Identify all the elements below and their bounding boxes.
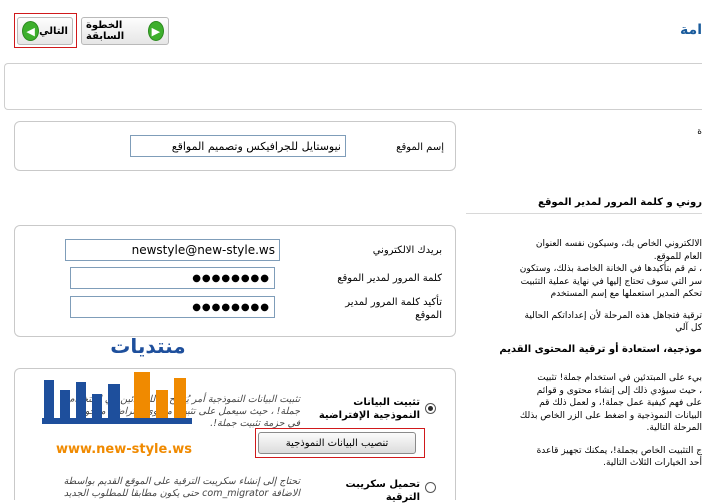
- next-button-highlight: [14, 13, 77, 48]
- help-line: سر التي سوف تحتاج إليها في نهاية عملية ا…: [520, 276, 702, 287]
- help-line: على فهم كيفية عمل جملة!، و لعمل ذلك قم: [539, 398, 702, 408]
- admin-section-title: روني و كلمة المرور لمدير الموقع: [538, 197, 702, 208]
- upload-migration-radio[interactable]: [425, 482, 436, 493]
- help-line: كل آلي: [675, 323, 702, 333]
- upload-migration-label-line2: الترقية: [385, 492, 420, 503]
- upload-migration-description: تحتاج إلى إنشاء سكريبت الترقية على الموق…: [22, 476, 300, 500]
- page-heading: امة: [680, 22, 702, 38]
- help-line: ، حيث سيؤدي ذلك إلى إنشاء محتوى و قوائم: [536, 385, 702, 396]
- help-line: ترقية فتجاهل هذه المرحلة لأن إعداداتكم ا…: [524, 310, 702, 321]
- previous-step-button[interactable]: الخطوة السابقة ▶: [81, 17, 169, 45]
- help-line: تحكم المدير استعملها مع إسم المستخدم: [550, 289, 702, 299]
- confirm-password-label-line2: الموقع: [415, 310, 442, 321]
- watermark-url: www.new-style.ws: [56, 442, 192, 457]
- help-line: بيء على المبتدئين في استخدام جملة! تثبيت: [537, 373, 702, 383]
- help-line: ج التثبيت الخاص بجملة!، يمكنك تجهيز قاعد…: [536, 445, 702, 456]
- side-edge-mark: ة: [697, 127, 702, 137]
- help-line: العام للموقع.: [653, 251, 702, 262]
- description-line: الاضافة com_migrator حتى يكون مطابقا للم…: [63, 488, 300, 499]
- confirm-password-label-line1: تأكيد كلمة المرور لمدير: [345, 297, 442, 308]
- help-line: الالكتروني الخاص بك، وسيكون نفسه العنوان: [535, 239, 702, 249]
- help-line: المرحلة التالية.: [646, 423, 702, 433]
- watermark-logo: [38, 368, 204, 430]
- description-line: تحتاج إلى إنشاء سكريبت الترقية على الموق…: [63, 476, 300, 487]
- upload-migration-label-line1: تحميل سكريبت: [345, 479, 420, 490]
- password-input[interactable]: [70, 267, 275, 289]
- install-button-highlight: [255, 428, 425, 458]
- help-line: ، تم قم بتأكيدها في الخانة الخاصة بذلك، …: [519, 264, 702, 274]
- previous-step-label: الخطوة السابقة: [86, 20, 125, 42]
- install-sample-radio[interactable]: [425, 403, 436, 414]
- help-line: أحد الخيارات الثلاث التالية.: [603, 458, 702, 468]
- install-sample-label-line1: تثبيت البيانات: [353, 397, 420, 408]
- section-divider: [466, 213, 702, 214]
- sample-data-section-title: موذجية، استعادة أو ترقية المحتوى القديم: [499, 344, 702, 355]
- site-name-label: إسم الموقع: [396, 142, 444, 153]
- email-label: بريدك الالكتروني: [372, 245, 442, 256]
- site-name-input[interactable]: [130, 135, 346, 157]
- admin-help-text: الالكتروني الخاص بك، وسيكون نفسه العنوان…: [466, 238, 702, 335]
- email-input[interactable]: [65, 239, 280, 261]
- confirm-password-input[interactable]: [70, 296, 275, 318]
- watermark-logo-graphic: [42, 372, 192, 424]
- password-label: كلمة المرور لمدير الموقع: [337, 273, 442, 284]
- install-sample-label-line2: النموذجية الإفتراضية: [318, 410, 420, 421]
- sample-help-text: بيء على المبتدئين في استخدام جملة! تثبيت…: [466, 372, 702, 470]
- arrow-right-icon: ▶: [147, 21, 164, 41]
- help-line: البيانات النموذجية و اضغط على الزر الخاص…: [519, 410, 702, 421]
- header-divider-panel: [4, 63, 702, 110]
- watermark-forum-text: منتديات: [110, 334, 186, 358]
